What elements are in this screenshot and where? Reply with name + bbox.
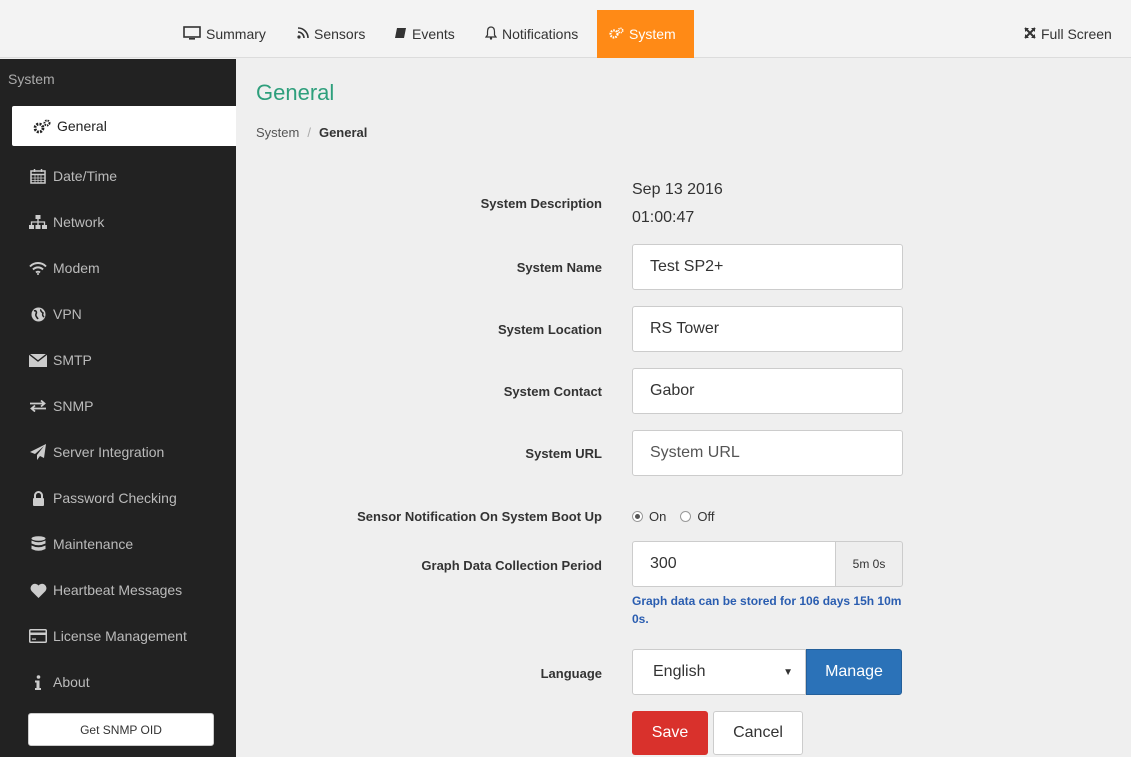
manage-button[interactable]: Manage (806, 649, 902, 695)
boot-notification-radio-group: On Off (632, 509, 728, 524)
cancel-button[interactable]: Cancel (713, 711, 803, 755)
database-icon (28, 536, 48, 552)
system-url-input[interactable]: System URL (632, 430, 903, 476)
system-description-date: Sep 13 2016 (632, 181, 723, 198)
paper-plane-icon (28, 444, 48, 460)
breadcrumb-separator: / (307, 125, 311, 140)
tab-system[interactable]: System (597, 10, 694, 58)
sidebar-item-label: About (53, 674, 90, 690)
radio-off[interactable] (680, 511, 692, 522)
tab-label: Notifications (502, 26, 579, 42)
graph-period-addon: 5m 0s (836, 541, 903, 587)
tab-summary[interactable]: Summary (183, 10, 266, 58)
bell-icon (484, 25, 498, 43)
top-navbar: Summary Sensors Events Notifications Sys… (0, 0, 1131, 58)
system-name-input[interactable]: Test SP2+ (632, 244, 903, 290)
fullscreen-button[interactable]: Full Screen (1024, 10, 1112, 58)
sidebar-item-label: Server Integration (53, 444, 165, 460)
gears-icon (609, 26, 624, 42)
radio-on[interactable] (632, 511, 643, 522)
tab-label: System (629, 26, 676, 42)
lock-icon (28, 490, 48, 506)
save-button[interactable]: Save (632, 711, 708, 755)
tab-label: Sensors (314, 26, 366, 42)
exchange-icon (28, 400, 48, 412)
sidebar-heading: System (8, 71, 55, 87)
tab-events[interactable]: Events (394, 10, 455, 58)
boot-notification-label: Sensor Notification On System Boot Up (357, 509, 602, 524)
sidebar-item-label: VPN (53, 306, 82, 322)
sidebar-item-smtp[interactable]: SMTP (0, 340, 236, 380)
sidebar-item-snmp[interactable]: SNMP (0, 386, 236, 426)
system-contact-label: System Contact (503, 384, 602, 399)
sidebar: System General Date/Time Network Modem V… (0, 59, 236, 757)
sidebar-item-label: Password Checking (53, 490, 177, 506)
tab-label: Events (412, 26, 455, 42)
language-value: English (653, 663, 706, 680)
wifi-icon (28, 261, 48, 275)
breadcrumb-parent[interactable]: System (256, 125, 299, 140)
sidebar-item-password-checking[interactable]: Password Checking (0, 478, 236, 518)
system-description-time: 01:00:47 (632, 209, 695, 226)
sidebar-item-datetime[interactable]: Date/Time (0, 156, 236, 196)
heart-icon (28, 583, 48, 598)
sitemap-icon (28, 215, 48, 229)
info-icon (28, 674, 48, 690)
caret-down-icon: ▼ (783, 666, 793, 678)
sidebar-item-label: Heartbeat Messages (53, 582, 183, 598)
system-location-input[interactable]: RS Tower (632, 306, 903, 352)
tab-notifications[interactable]: Notifications (484, 10, 579, 58)
boot-notification-off-option[interactable]: Off (680, 509, 714, 524)
calendar-icon (28, 168, 48, 184)
sidebar-item-label: Date/Time (53, 168, 118, 184)
book-icon (394, 26, 407, 42)
radio-off-label: Off (697, 509, 715, 524)
credit-card-icon (28, 629, 48, 643)
sidebar-item-maintenance[interactable]: Maintenance (0, 524, 236, 564)
fullscreen-label: Full Screen (1041, 26, 1112, 42)
sidebar-item-label: Maintenance (53, 536, 134, 552)
sidebar-item-server-integration[interactable]: Server Integration (0, 432, 236, 472)
sidebar-item-label: General (57, 118, 107, 134)
sidebar-item-label: SMTP (53, 352, 92, 368)
sidebar-item-label: SNMP (53, 398, 94, 414)
sidebar-item-vpn[interactable]: VPN (0, 294, 236, 334)
radio-on-label: On (649, 509, 667, 524)
globe-icon (28, 307, 48, 322)
breadcrumb: System / General (256, 125, 367, 140)
sidebar-item-label: License Management (53, 628, 187, 644)
get-snmp-oid-button[interactable]: Get SNMP OID (28, 713, 214, 746)
system-location-label: System Location (497, 322, 602, 337)
expand-icon (1024, 26, 1036, 42)
tab-sensors[interactable]: Sensors (297, 10, 365, 58)
language-label: Language (540, 666, 602, 681)
sidebar-item-license-management[interactable]: License Management (0, 616, 236, 656)
system-url-label: System URL (525, 446, 602, 461)
sidebar-item-modem[interactable]: Modem (0, 248, 236, 288)
graph-period-input-group: 300 5m 0s (632, 541, 903, 587)
sidebar-item-label: Modem (53, 260, 100, 276)
language-select[interactable]: English ▼ (632, 649, 806, 695)
system-description-label: System Description (480, 196, 602, 211)
graph-period-help: Graph data can be stored for 106 days 15… (632, 594, 902, 626)
page-title: General (256, 80, 335, 105)
boot-notification-on-option[interactable]: On (632, 509, 666, 524)
sidebar-item-network[interactable]: Network (0, 202, 236, 242)
envelope-icon (28, 353, 48, 367)
sidebar-item-general[interactable]: General (12, 106, 236, 146)
graph-period-label: Graph Data Collection Period (421, 558, 602, 573)
system-name-label: System Name (516, 260, 602, 275)
sidebar-item-about[interactable]: About (0, 662, 236, 702)
tab-label: Summary (206, 26, 266, 42)
rss-icon (297, 26, 309, 42)
sidebar-item-label: Network (53, 214, 105, 230)
graph-period-input[interactable]: 300 (632, 541, 836, 587)
system-contact-input[interactable]: Gabor (632, 368, 903, 414)
gears-icon (32, 119, 52, 134)
monitor-icon (183, 25, 201, 43)
breadcrumb-current: General (318, 125, 368, 140)
sidebar-item-heartbeat-messages[interactable]: Heartbeat Messages (0, 570, 236, 610)
